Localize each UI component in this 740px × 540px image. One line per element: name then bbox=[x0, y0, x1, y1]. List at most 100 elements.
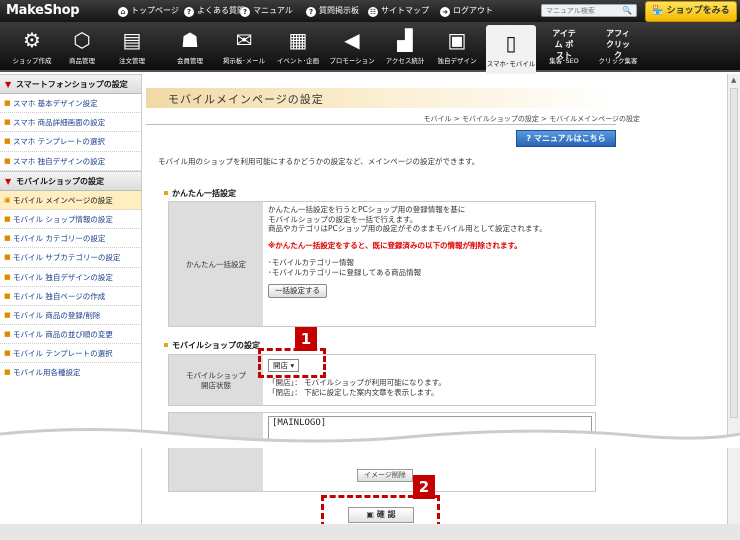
sidebar-heading-mobile: ▼ モバイルショップの設定 bbox=[0, 170, 141, 191]
mobile-icon: ▯ bbox=[505, 31, 517, 55]
sidebar-item[interactable]: ■ モバイル 商品の登録/削除 bbox=[0, 306, 141, 326]
main-content: モバイルメインページの設定 モバイル > モバイルショップの設定 > モバイルメ… bbox=[142, 74, 740, 540]
shop-status-box: モバイルショップ 開店状態 開店 ▾ 「開店」： モバイルショップが利用可能にな… bbox=[168, 354, 596, 406]
mainlogo-label-cell bbox=[169, 413, 263, 491]
nav-promotion[interactable]: ◀ プロモーション bbox=[328, 22, 376, 72]
question-icon: ? bbox=[306, 7, 316, 17]
document-icon: ▤ bbox=[122, 28, 142, 52]
sidebar-item[interactable]: ■ モバイル用各種設定 bbox=[0, 363, 141, 382]
image-delete-button[interactable]: イメージ削除 bbox=[357, 469, 413, 482]
nav-access-stats[interactable]: ▟ アクセス統計 bbox=[381, 22, 429, 72]
question-icon: ? bbox=[526, 134, 534, 143]
nav-orders[interactable]: ▤ 注文管理 bbox=[108, 22, 156, 72]
gears-icon: ⚙ bbox=[23, 28, 41, 52]
bulk-desc-line: 商品やカテゴリはPCショップ用の設定がそのままモバイル用として設定されます。 bbox=[268, 224, 547, 233]
top-bar: MakeShop ⌂ トップページ ? よくある質問 ? マニュアル ? 質問掲示板 ☷… bbox=[0, 0, 740, 22]
scroll-up-icon[interactable]: ▲ bbox=[731, 76, 736, 84]
makeshop-logo[interactable]: MakeShop bbox=[6, 3, 80, 18]
sidebar-item[interactable]: ■ モバイル カテゴリーの設定 bbox=[0, 229, 141, 249]
callout-number-2: 2 bbox=[413, 475, 435, 499]
search-icon[interactable]: 🔍 bbox=[622, 6, 632, 15]
sidebar-item-active[interactable]: ▣ モバイル メインページの設定 bbox=[0, 190, 141, 210]
sidebar-item[interactable]: ■ モバイル テンプレートの選択 bbox=[0, 344, 141, 364]
manual-button[interactable]: ? マニュアルはこちら bbox=[516, 130, 616, 147]
nav-shop-create[interactable]: ⚙ ショップ作成 bbox=[8, 22, 56, 72]
top-link-manual[interactable]: ? マニュアル bbox=[240, 5, 293, 17]
bulk-item: ･モバイルカテゴリー情報 bbox=[268, 258, 355, 267]
callout-number-1: 1 bbox=[295, 327, 317, 351]
sidebar-item[interactable]: ■ スマホ 独自デザインの設定 bbox=[0, 152, 141, 171]
page-title: モバイルメインページの設定 bbox=[168, 93, 324, 106]
bullet-icon: ■ bbox=[4, 349, 11, 358]
breadcrumb[interactable]: モバイル > モバイルショップの設定 > モバイルメインページの設定 bbox=[424, 114, 641, 124]
bulk-content-cell: かんたん一括設定を行うとPCショップ用の登録情報を基に モバイルショップの設定を… bbox=[265, 202, 595, 326]
bullet-icon: ■ bbox=[4, 234, 11, 243]
bulk-item: ･モバイルカテゴリーに登録してある商品情報 bbox=[268, 267, 422, 277]
sidebar-item[interactable]: ■ スマホ テンプレートの選択 bbox=[0, 132, 141, 152]
item-post-icon: アイテム ポスト bbox=[552, 29, 576, 60]
megaphone-icon: ◀ bbox=[344, 28, 360, 52]
triangle-down-icon: ▼ bbox=[5, 80, 12, 89]
bullet-icon: ■ bbox=[4, 310, 11, 319]
top-link-home[interactable]: ⌂ トップページ bbox=[118, 5, 179, 17]
bullet-icon: ■ bbox=[4, 330, 11, 339]
nav-members[interactable]: ☗ 会員管理 bbox=[166, 22, 214, 72]
vertical-scrollbar[interactable]: ▲ bbox=[727, 74, 740, 540]
home-icon: ⌂ bbox=[118, 7, 128, 17]
bullet-icon: ■ bbox=[4, 291, 11, 300]
page-description: モバイル用のショップを利用可能にするかどうかの設定など、メインページの設定ができ… bbox=[158, 157, 480, 166]
nav-products[interactable]: ⬡ 商品管理 bbox=[58, 22, 106, 72]
bulk-desc-line: かんたん一括設定を行うとPCショップ用の登録情報を基に bbox=[268, 205, 466, 214]
nav-events[interactable]: ▦ イベント･企画 bbox=[274, 22, 322, 72]
top-link-faq[interactable]: ? よくある質問 bbox=[184, 5, 245, 17]
bullet-icon: ■ bbox=[4, 118, 11, 127]
bullet-icon: ■ bbox=[4, 214, 11, 223]
nav-smartphone-mobile[interactable]: ▯ スマホ･モバイル bbox=[486, 25, 536, 74]
bar-chart-icon: ▟ bbox=[397, 28, 413, 52]
sidebar-item[interactable]: ■ スマホ 基本デザイン設定 bbox=[0, 94, 141, 114]
main-nav: ⚙ ショップ作成 ⬡ 商品管理 ▤ 注文管理 ☗ 会員管理 ✉ 掲示板･メール ▦ イベント… bbox=[0, 22, 740, 74]
affiliate-click-icon: アフィ クリック bbox=[606, 29, 630, 60]
view-shop-button[interactable]: 🏪 ショップをみる bbox=[645, 1, 737, 22]
sidebar-item[interactable]: ■ スマホ 商品詳細画面の設定 bbox=[0, 113, 141, 133]
bulk-desc-line: モバイルショップの設定を一括で行えます。 bbox=[268, 214, 418, 224]
bulk-apply-button[interactable]: 一括設定する bbox=[268, 284, 327, 298]
calendar-icon: ▦ bbox=[288, 28, 308, 52]
bullet-icon: ■ bbox=[4, 253, 11, 262]
triangle-down-icon: ▼ bbox=[5, 176, 12, 186]
question-icon: ? bbox=[184, 7, 194, 17]
box-icon: ⬡ bbox=[73, 28, 91, 52]
question-icon: ? bbox=[240, 7, 250, 17]
picture-icon: ▣ bbox=[447, 28, 467, 52]
manual-search-input[interactable] bbox=[546, 6, 616, 16]
nav-click[interactable]: アフィ クリック クリック集客 bbox=[594, 22, 642, 72]
bullet-icon: ■ bbox=[4, 99, 11, 107]
scroll-thumb[interactable] bbox=[730, 88, 738, 418]
bulk-warning: ※かんたん一括設定をすると、既に登録済みの以下の情報が削除されます。 bbox=[268, 240, 522, 250]
top-link-logout[interactable]: ➜ ログアウト bbox=[440, 5, 493, 17]
top-link-board[interactable]: ? 質問掲示板 bbox=[306, 5, 359, 17]
logout-icon: ➜ bbox=[440, 7, 450, 17]
bullet-icon: ■ bbox=[4, 272, 11, 281]
mobile-shop-heading: モバイルショップの設定 bbox=[164, 340, 260, 351]
sidebar-item[interactable]: ■ モバイル 独自ページの作成 bbox=[0, 287, 141, 306]
nav-custom-design[interactable]: ▣ 独自デザイン bbox=[433, 22, 481, 72]
shop-status-label-cell: モバイルショップ 開店状態 bbox=[169, 355, 263, 405]
screenshot-break bbox=[0, 428, 740, 448]
bullet-icon: ■ bbox=[4, 156, 11, 165]
bottom-band bbox=[0, 524, 740, 540]
sidebar-item[interactable]: ■ モバイル 商品の並び順の変更 bbox=[0, 325, 141, 345]
bullet-icon: ■ bbox=[4, 368, 11, 377]
sidebar-item[interactable]: ■ モバイル サブカテゴリーの設定 bbox=[0, 248, 141, 268]
bullet-icon: ▣ bbox=[4, 195, 11, 204]
shop-icon: 🏪 bbox=[652, 6, 667, 16]
sidebar-item[interactable]: ■ モバイル ショップ情報の設定 bbox=[0, 210, 141, 230]
bulk-label-cell: かんたん一括設定 bbox=[169, 202, 263, 326]
sidebar-item[interactable]: ■ モバイル 独自デザインの設定 bbox=[0, 268, 141, 287]
status-note: 「閉店」： 下記に設定した案内文章を表示します。 bbox=[268, 387, 439, 397]
sidebar-heading-smartphone: ▼ スマートフォンショップの設定 bbox=[0, 74, 141, 94]
nav-seo[interactable]: アイテム ポスト 集客･SEO bbox=[540, 22, 588, 72]
title-band: モバイルメインページの設定 bbox=[146, 88, 616, 108]
top-link-sitemap[interactable]: ☷ サイトマップ bbox=[368, 5, 429, 17]
nav-board-mail[interactable]: ✉ 掲示板･メール bbox=[220, 22, 268, 72]
